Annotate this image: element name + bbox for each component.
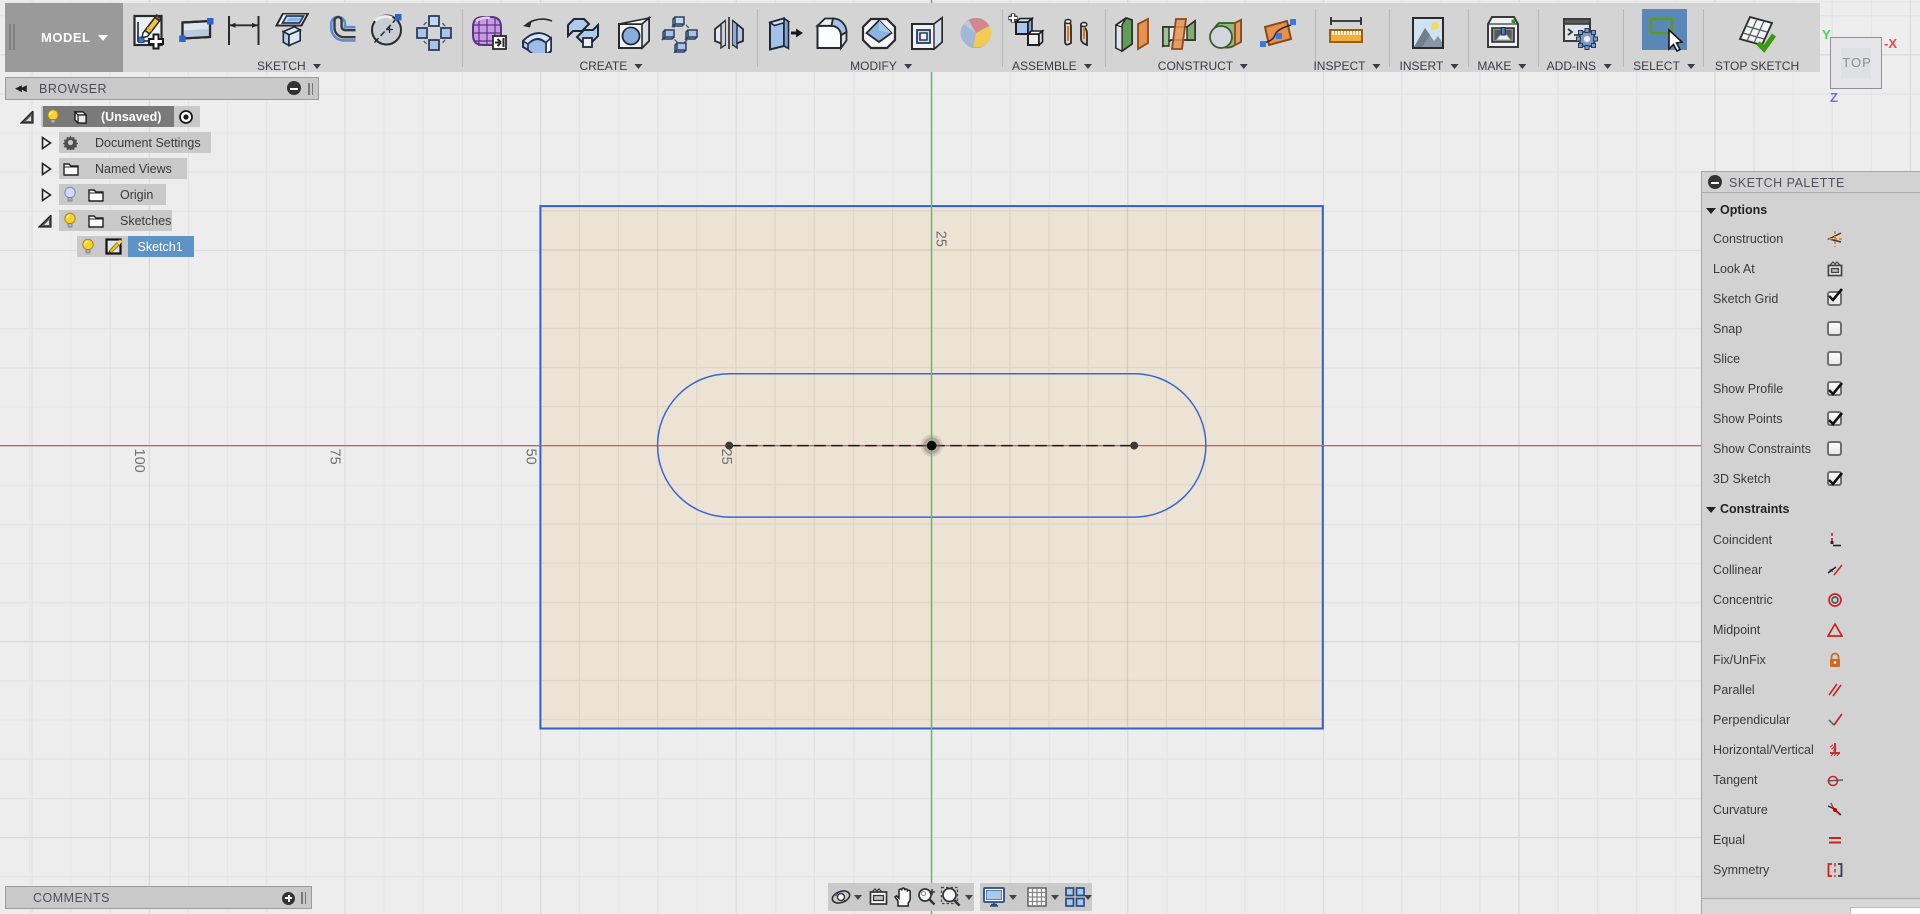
svg-text:75: 75	[327, 449, 343, 465]
svg-text:25: 25	[718, 449, 734, 465]
svg-text:50: 50	[522, 449, 538, 465]
svg-text:25: 25	[932, 231, 948, 247]
svg-text:100: 100	[131, 449, 147, 473]
